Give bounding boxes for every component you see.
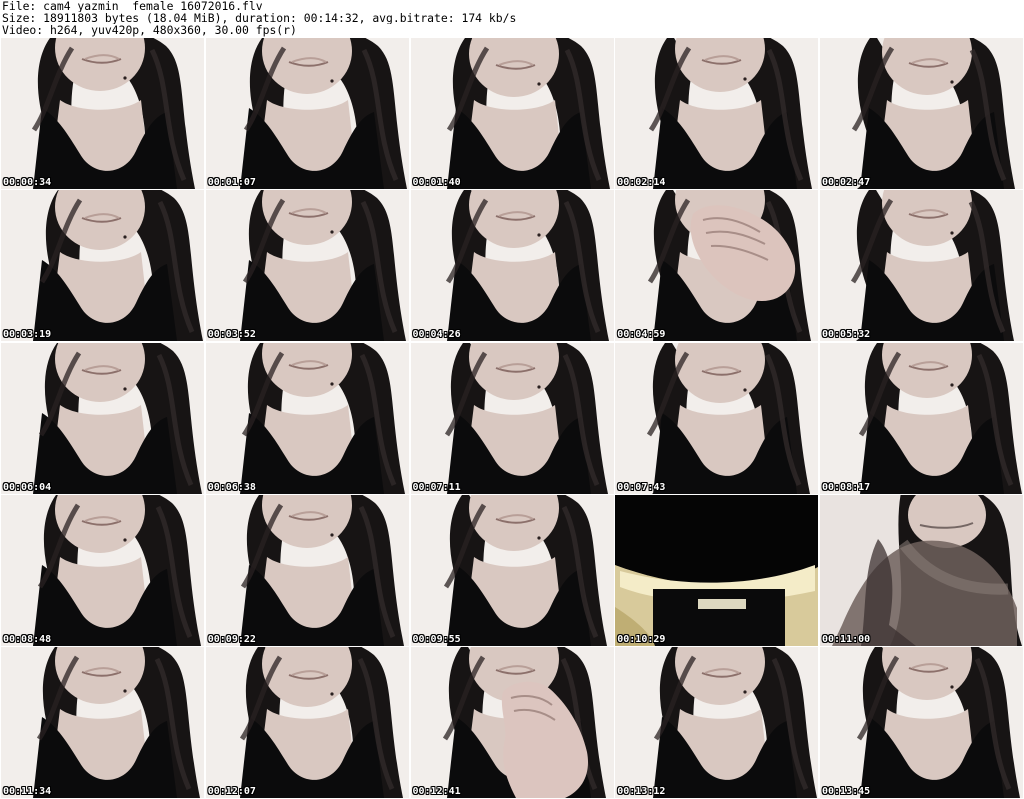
file-size-line: Size: 18911803 bytes (18.04 MiB), durati… — [2, 12, 517, 25]
video-thumbnail: 00:13:12 — [615, 647, 819, 798]
video-thumbnail: 00:03:52 — [205, 190, 409, 342]
file-name-line: File: cam4_yazmin__female_16072016.flv — [2, 0, 263, 13]
video-frame-image — [205, 342, 409, 494]
video-frame-image — [205, 38, 409, 189]
video-thumbnail: 00:12:41 — [410, 647, 614, 798]
video-thumbnail: 00:09:55 — [410, 494, 614, 646]
thumbnail-timestamp: 00:11:34 — [3, 786, 52, 797]
video-frame-image — [1, 190, 204, 342]
video-frame-image — [820, 647, 1023, 798]
video-frame-image — [410, 494, 614, 646]
thumbnail-timestamp: 00:03:19 — [3, 329, 52, 341]
thumbnail-timestamp: 00:00:34 — [3, 177, 52, 188]
thumbnail-timestamp: 00:12:07 — [207, 786, 256, 797]
thumbnail-timestamp: 00:04:59 — [617, 329, 666, 341]
video-frame-image — [410, 190, 614, 342]
video-frame-image — [205, 494, 409, 646]
video-thumbnail: 00:11:00 — [820, 494, 1023, 646]
video-format-line: Video: h264, yuv420p, 480x360, 30.00 fps… — [2, 24, 297, 37]
video-frame-image — [205, 647, 409, 798]
video-frame-image — [205, 190, 409, 342]
thumbnail-timestamp: 00:11:00 — [822, 633, 871, 645]
video-thumbnail: 00:00:34 — [1, 38, 204, 189]
video-thumbnail: 00:08:48 — [1, 494, 204, 646]
thumbnail-timestamp: 00:13:45 — [822, 786, 871, 797]
thumbnail-timestamp: 00:04:26 — [412, 329, 461, 341]
thumbnail-timestamp: 00:01:40 — [412, 177, 461, 188]
video-thumbnail: 00:04:26 — [410, 190, 614, 342]
thumbnail-timestamp: 00:10:29 — [617, 633, 666, 645]
video-thumbnail: 00:01:40 — [410, 38, 614, 189]
video-thumbnail: 00:05:32 — [820, 190, 1023, 342]
thumbnail-timestamp: 00:07:11 — [412, 481, 461, 493]
video-frame-image — [615, 190, 819, 342]
video-frame-image — [820, 38, 1023, 189]
video-thumbnail: 00:02:47 — [820, 38, 1023, 189]
thumbnail-timestamp: 00:02:47 — [822, 177, 871, 188]
thumbnail-timestamp: 00:08:17 — [822, 481, 871, 493]
thumbnail-timestamp: 00:05:32 — [822, 329, 871, 341]
video-thumbnail: 00:10:29 — [615, 494, 819, 646]
video-thumbnail: 00:12:07 — [205, 647, 409, 798]
video-frame-image — [615, 647, 819, 798]
video-frame-image — [615, 342, 819, 494]
video-thumbnail: 00:04:59 — [615, 190, 819, 342]
video-frame-image — [1, 38, 204, 189]
file-info-header: File: cam4_yazmin__female_16072016.flv S… — [2, 0, 1022, 38]
thumbnail-timestamp: 00:08:48 — [3, 633, 52, 645]
video-frame-image — [1, 342, 204, 494]
video-thumbnail: 00:09:22 — [205, 494, 409, 646]
video-thumbnail: 00:13:45 — [820, 647, 1023, 798]
video-thumbnail: 00:02:14 — [615, 38, 819, 189]
video-frame-image — [820, 190, 1023, 342]
thumbnail-timestamp: 00:01:07 — [207, 177, 256, 188]
video-thumbnail: 00:11:34 — [1, 647, 204, 798]
video-frame-image — [820, 342, 1023, 494]
video-frame-image — [615, 38, 819, 189]
thumbnail-timestamp: 00:07:43 — [617, 481, 666, 493]
thumbnail-timestamp: 00:06:04 — [3, 481, 52, 493]
video-frame-image — [410, 38, 614, 189]
thumbnail-timestamp: 00:13:12 — [617, 786, 666, 797]
video-thumbnail: 00:01:07 — [205, 38, 409, 189]
video-frame-image — [410, 342, 614, 494]
video-frame-image — [615, 494, 819, 646]
video-frame-image — [1, 494, 204, 646]
video-frame-image — [410, 647, 614, 798]
thumbnail-timestamp: 00:03:52 — [207, 329, 256, 341]
video-frame-image — [820, 494, 1023, 646]
thumbnail-grid: 00:00:34 00:01:07 00:01:40 00:02:14 00:0… — [1, 38, 1023, 798]
video-thumbnail: 00:03:19 — [1, 190, 204, 342]
video-thumbnail: 00:06:04 — [1, 342, 204, 494]
thumbnail-timestamp: 00:02:14 — [617, 177, 666, 188]
video-frame-image — [1, 647, 204, 798]
thumbnail-timestamp: 00:12:41 — [412, 786, 461, 797]
thumbnail-timestamp: 00:06:38 — [207, 481, 256, 493]
video-thumbnail: 00:07:43 — [615, 342, 819, 494]
video-thumbnail: 00:07:11 — [410, 342, 614, 494]
video-thumbnail: 00:08:17 — [820, 342, 1023, 494]
video-thumbnail: 00:06:38 — [205, 342, 409, 494]
thumbnail-timestamp: 00:09:22 — [207, 633, 256, 645]
thumbnail-timestamp: 00:09:55 — [412, 633, 461, 645]
